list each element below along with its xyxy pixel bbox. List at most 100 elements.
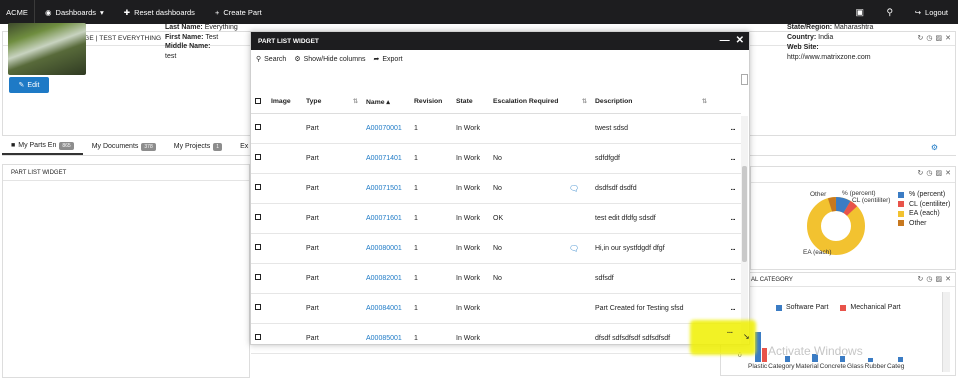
website-link[interactable]: http://www.matrixzone.com	[787, 54, 871, 61]
scrollbar-thumb[interactable]	[742, 166, 747, 262]
close-icon[interactable]: ✕	[736, 35, 744, 46]
part-name-link[interactable]: A00071501	[362, 173, 410, 204]
col-type[interactable]: Type ⇅	[302, 91, 362, 114]
cell-revision: 1	[410, 203, 452, 234]
edit-button[interactable]: ✎ Edit	[9, 77, 49, 93]
part-name-link[interactable]: A00071401	[362, 143, 410, 174]
lock-icon[interactable]: ▨	[936, 34, 943, 42]
cell-revision: 1	[410, 113, 452, 144]
lock-icon[interactable]: ▨	[936, 275, 943, 283]
tab-my-parts[interactable]: ■ My Parts En 865	[2, 138, 83, 155]
select-all-checkbox[interactable]	[255, 97, 261, 104]
part-name-link[interactable]: A00085001	[362, 323, 410, 354]
show-hide-columns-button[interactable]: ⚙ Show/Hide columns	[294, 55, 365, 64]
bar-mark	[762, 348, 767, 362]
row-actions-button[interactable]: ...	[711, 143, 741, 174]
cell-state: In Work	[452, 263, 489, 294]
row-checkbox[interactable]	[255, 214, 261, 220]
clock-icon[interactable]: ◷	[926, 275, 932, 283]
reset-dashboards-button[interactable]: ✚ Reset dashboards	[114, 0, 205, 24]
row-actions-button[interactable]: ...	[727, 328, 733, 335]
gear-icon[interactable]: ⚙	[931, 143, 938, 152]
col-image[interactable]: Image	[267, 91, 302, 114]
row-checkbox[interactable]	[255, 304, 261, 310]
close-icon[interactable]: ✕	[945, 275, 951, 283]
row-checkbox[interactable]	[255, 184, 261, 190]
cell-state: In Work	[452, 203, 489, 234]
col-comments[interactable]: ⇅	[565, 91, 591, 114]
part-name-link[interactable]: A00082001	[362, 263, 410, 294]
tab-my-documents[interactable]: My Documents 378	[83, 138, 165, 155]
col-revision[interactable]: Revision	[410, 91, 452, 114]
sort-icon[interactable]: ⇅	[353, 98, 358, 105]
filter-input[interactable]	[741, 74, 748, 85]
logout-button[interactable]: ↪ Logout	[905, 0, 958, 24]
cell-escalation	[489, 293, 565, 324]
refresh-icon[interactable]: ↻	[918, 275, 924, 283]
part-list-modal: PART LIST WIDGET — ✕ ⚲ Search ⚙ Show/Hid…	[250, 31, 750, 354]
refresh-icon[interactable]: ↻	[918, 34, 924, 42]
part-name-link[interactable]: A00080001	[362, 233, 410, 264]
pie-slice-percent	[835, 197, 851, 214]
col-name[interactable]: Name ▴	[362, 91, 410, 114]
col-escalation[interactable]: Escalation Required	[489, 91, 565, 114]
row-checkbox[interactable]	[255, 244, 261, 250]
create-part-button[interactable]: + Create Part	[205, 0, 272, 24]
refresh-icon[interactable]: ↻	[918, 169, 924, 177]
cell-revision: 1	[410, 233, 452, 264]
parts-table: Image Type ⇅ Name ▴ Revision State Escala…	[251, 91, 741, 354]
home-panel-controls: ↻ ◷ ▨ ✕	[918, 34, 951, 42]
minimize-icon[interactable]: —	[720, 35, 730, 46]
count-badge: 1	[213, 142, 223, 151]
row-checkbox[interactable]	[255, 274, 261, 280]
part-name-link[interactable]: A00070001	[362, 113, 410, 144]
row-actions-button[interactable]: ...	[711, 173, 741, 204]
table-row[interactable]: Part A00070001 1 In Work twest sdsd...	[251, 113, 741, 144]
sort-icon[interactable]: ⇅	[702, 98, 707, 105]
export-button[interactable]: ➦ Export	[373, 55, 402, 64]
row-actions-button[interactable]: ...	[711, 203, 741, 234]
sort-icon[interactable]: ⇅	[582, 98, 587, 105]
cell-description: sdfdfgdf	[591, 143, 711, 174]
table-row[interactable]: Part A00082001 1 In Work No sdfsdf...	[251, 263, 741, 294]
brand-logo[interactable]: ACME	[0, 8, 34, 17]
share-icon: ➦	[373, 56, 380, 63]
resize-handle-icon[interactable]: ↘	[743, 332, 750, 341]
table-header-row: Image Type ⇅ Name ▴ Revision State Escala…	[251, 91, 741, 114]
row-checkbox[interactable]	[255, 124, 261, 130]
tab-my-projects[interactable]: My Projects 1	[165, 138, 231, 155]
clock-icon[interactable]: ◷	[926, 169, 932, 177]
bar-widget-scrollbar[interactable]	[942, 292, 950, 372]
table-row[interactable]: Part A00084001 1 In Work Part Created for Te…	[251, 293, 741, 324]
clock-icon[interactable]: ◷	[926, 34, 932, 42]
col-state[interactable]: State	[452, 91, 489, 114]
comment-icon[interactable]: 🗨	[569, 184, 579, 193]
part-name-link[interactable]: A00071601	[362, 203, 410, 234]
row-actions-button[interactable]: ...	[711, 233, 741, 264]
row-checkbox[interactable]	[255, 154, 261, 160]
search-button[interactable]: ⚲ Search	[256, 55, 286, 64]
sort-asc-icon[interactable]: ▴	[386, 99, 389, 106]
bar-mark	[868, 358, 873, 362]
comment-icon[interactable]: 🗨	[569, 244, 579, 253]
row-actions-button[interactable]: ...	[711, 293, 741, 324]
search-icon[interactable]: ⚲	[875, 7, 905, 18]
modal-scrollbar[interactable]	[741, 116, 748, 344]
row-actions-button[interactable]: ...	[711, 113, 741, 144]
cell-escalation	[489, 323, 565, 354]
row-actions-button[interactable]: ...	[711, 263, 741, 294]
dashboards-menu[interactable]: ◉ Dashboards ▾	[35, 0, 114, 24]
close-icon[interactable]: ✕	[945, 34, 951, 42]
part-name-link[interactable]: A00084001	[362, 293, 410, 324]
table-row[interactable]: Part A00071501 1 In Work No 🗨 dsdfsdf dsdfd...	[251, 173, 741, 204]
close-icon[interactable]: ✕	[945, 169, 951, 177]
col-description[interactable]: Description ⇅	[591, 91, 711, 114]
table-row[interactable]: Part A00071601 1 In Work OK test edit dfdfg s…	[251, 203, 741, 234]
table-row[interactable]: Part A00080001 1 In Work No 🗨 Hi,in our systfd…	[251, 233, 741, 264]
lock-icon[interactable]: ▨	[936, 169, 943, 177]
row-checkbox[interactable]	[255, 334, 261, 340]
cell-escalation: No	[489, 233, 565, 264]
table-row[interactable]: Part A00071401 1 In Work No sdfdfgdf...	[251, 143, 741, 174]
inbox-icon[interactable]: ▣	[845, 7, 875, 18]
table-row[interactable]: Part A00085001 1 In Work dfsdf sdfsdfsdf sdf…	[251, 323, 741, 354]
